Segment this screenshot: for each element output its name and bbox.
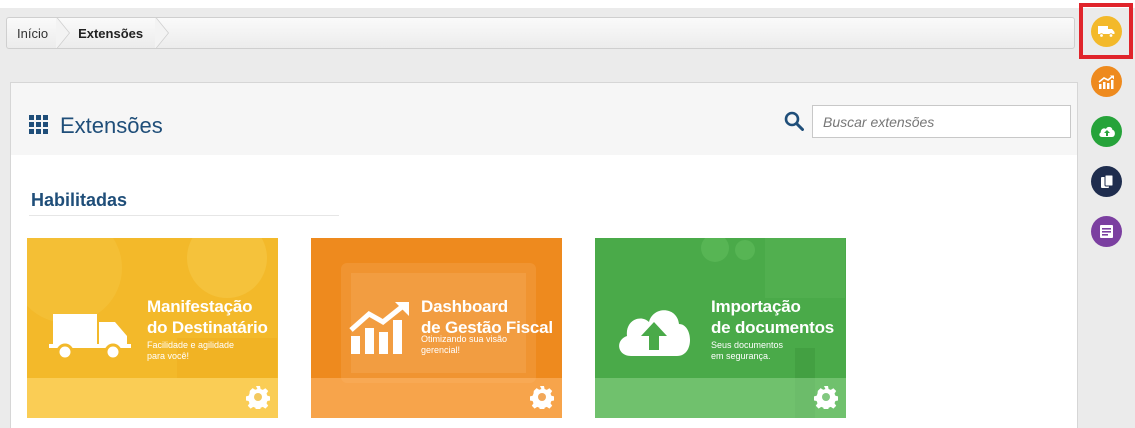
card-subtitle: Seus documentos em segurança. [711,340,784,361]
extension-card-dashboard[interactable]: Dashboard de Gestão Fiscal Otimizando su… [311,238,562,418]
breadcrumb: Início Extensões [6,17,1075,49]
truck-icon [1098,26,1115,38]
documents-icon [1100,174,1113,188]
gear-icon[interactable] [246,385,270,409]
extension-card-manifestacao[interactable]: Manifestação do Destinatário Facilidade … [27,238,278,418]
card-footer [595,378,846,418]
form-icon [1100,225,1113,238]
rail-importacao-button[interactable] [1091,116,1122,147]
card-title: Importação de documentos [711,297,835,337]
card-title: Dashboard de Gestão Fiscal [421,297,553,337]
rail-manifestacao-button[interactable] [1091,16,1122,47]
breadcrumb-current: Extensões [78,25,144,41]
page-title: Extensões [60,113,163,138]
breadcrumb-home-link[interactable]: Início [7,18,58,48]
search-input[interactable] [812,105,1071,138]
extensions-panel: Extensões Habilitadas Manifestação do De… [10,82,1078,428]
panel-header: Extensões [11,83,1077,155]
card-title: Manifestação do Destinatário [147,297,268,337]
gear-icon[interactable] [530,385,554,409]
grid-icon [29,115,48,134]
section-title-enabled: Habilitadas [31,190,128,210]
top-strip [0,0,1135,8]
truck-icon [49,314,131,361]
section-divider [29,215,339,216]
cloud-upload-icon [619,310,690,356]
card-subtitle: Otimizando sua visão gerencial! [421,334,508,355]
chart-growth-icon [349,302,409,354]
card-subtitle: Facilidade e agilidade para você! [147,340,235,361]
rail-forms-button[interactable] [1091,216,1122,247]
extension-card-importacao[interactable]: Importação de documentos Seus documentos… [595,238,846,418]
gear-icon[interactable] [814,385,838,409]
card-footer [27,378,278,418]
search-icon[interactable] [784,111,804,131]
cloud-upload-icon [1098,126,1115,137]
rail-dashboard-button[interactable] [1091,66,1122,97]
rail-documents-button[interactable] [1091,166,1122,197]
card-footer [311,378,562,418]
chart-growth-icon [1098,74,1114,89]
